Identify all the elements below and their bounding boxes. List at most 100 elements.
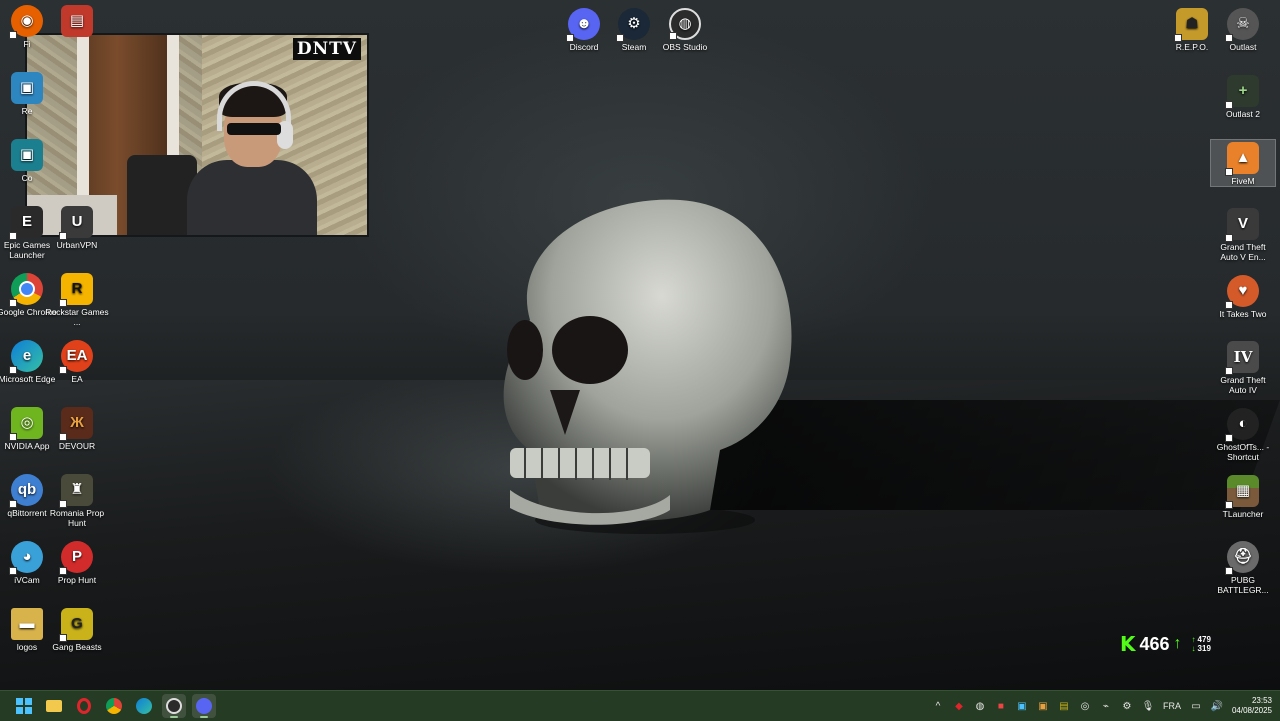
tray-app-icon[interactable]: ▣: [1037, 700, 1049, 712]
viewer-counter: K 466 ↑ ↑ 479 ↓ 319: [1120, 632, 1211, 656]
steam-icon: ⚙: [616, 8, 650, 42]
desktop-icon-gtaiv[interactable]: IV Grand Theft Auto IV: [1211, 341, 1275, 395]
firefox-icon: ◉: [9, 5, 43, 39]
desktop-icon-gtav[interactable]: V Grand Theft Auto V En...: [1211, 208, 1275, 262]
icon-label: Grand Theft Auto V En...: [1220, 242, 1266, 262]
desktop-icon-tlauncher[interactable]: ▦ TLauncher: [1211, 475, 1275, 519]
skull-image: [470, 190, 810, 540]
discord-icon: [196, 698, 212, 714]
desktop-icon-devour[interactable]: Ж DEVOUR: [45, 407, 109, 451]
icon-label: PUBG BATTLEGR...: [1217, 575, 1269, 595]
nvidia-tray-icon[interactable]: ◎: [1079, 700, 1091, 712]
desktop-icon-recycle[interactable]: ▤: [45, 5, 109, 39]
taskbar-file-explorer[interactable]: [42, 694, 66, 718]
taskbar-apps: [12, 694, 216, 718]
desktop-icon-urbanvpn[interactable]: U UrbanVPN: [45, 206, 109, 250]
icon-label: EA: [71, 374, 83, 384]
discord-icon: ☻: [566, 8, 600, 42]
minecraft-icon: ▦: [1225, 475, 1259, 509]
chrome-icon: [106, 698, 122, 714]
desktop-icon-co[interactable]: ▣ Co: [0, 139, 59, 183]
edge-icon: [136, 698, 152, 714]
desktop-icon-outlast[interactable]: ☠ Outlast: [1211, 8, 1275, 52]
desktop-icon-gang-beasts[interactable]: G Gang Beasts: [45, 608, 109, 652]
qbittorrent-icon: qb: [9, 474, 43, 508]
ghost-icon: ◐: [1225, 408, 1259, 442]
repo-icon: ☗: [1174, 8, 1208, 42]
icon-label: Re: [21, 106, 33, 116]
desktop-icon-prop-hunt[interactable]: P Prop Hunt: [45, 541, 109, 585]
tray-app-icon[interactable]: ▣: [1016, 700, 1028, 712]
gta-v-icon: V: [1225, 208, 1259, 242]
ea-icon: EA: [59, 340, 93, 374]
outlast-icon: ☠: [1225, 8, 1259, 42]
fivem-icon: ▲: [1225, 142, 1259, 176]
tray-app-icon[interactable]: ◆: [953, 700, 965, 712]
chevron-up-icon[interactable]: ^: [932, 700, 944, 712]
icon-label: Outlast 2: [1225, 109, 1261, 119]
gang-beasts-icon: G: [59, 608, 93, 642]
edge-icon: e: [9, 340, 43, 374]
prop-hunt-icon: P: [59, 541, 93, 575]
desktop-icon-rockstar[interactable]: R Rockstar Games ...: [45, 273, 109, 327]
vpn-icon: U: [59, 206, 93, 240]
streamer-body: [187, 160, 317, 235]
opera-icon: [77, 698, 91, 714]
icon-label: logos: [16, 642, 38, 652]
obs-icon: [166, 698, 182, 714]
taskbar-obs[interactable]: [162, 694, 186, 718]
microphone-icon[interactable]: 🎙: [1142, 700, 1155, 712]
icon-label: Grand Theft Auto IV: [1220, 375, 1266, 395]
pubg-helmet-icon: ⛑: [1225, 541, 1259, 575]
desktop-icon-ghostofts[interactable]: ◐ GhostOfTs... - Shortcut: [1211, 408, 1275, 462]
desktop-icon-it-takes-two[interactable]: ♥ It Takes Two: [1211, 275, 1275, 319]
icon-label: DEVOUR: [58, 441, 96, 451]
speaker-icon[interactable]: 🔊: [1211, 700, 1223, 712]
counter-breakdown: ↑ 479 ↓ 319: [1192, 635, 1211, 653]
tray-app-icon[interactable]: ▤: [1058, 700, 1070, 712]
icon-label: Prop Hunt: [57, 575, 97, 585]
icon-label: OBS Studio: [662, 42, 708, 52]
app-icon: ▣: [11, 139, 43, 171]
icon-label: Fi: [23, 39, 31, 49]
folder-icon: [46, 700, 62, 712]
windows-icon: [16, 698, 32, 714]
epic-games-icon: E: [9, 206, 43, 240]
steam-tray-icon[interactable]: ⚙: [1121, 700, 1133, 712]
taskbar-chrome[interactable]: [102, 694, 126, 718]
icon-label: qBittorrent: [7, 508, 47, 518]
network-icon[interactable]: ▭: [1190, 700, 1202, 712]
desktop-icon-pubg[interactable]: ⛑ PUBG BATTLEGR...: [1211, 541, 1275, 595]
obs-icon: ◍: [669, 8, 701, 40]
desktop-icon-outlast-2[interactable]: + Outlast 2: [1211, 75, 1275, 119]
app-icon: ▣: [11, 72, 43, 104]
icon-label: Co: [21, 173, 33, 183]
counter-up-value: 479: [1197, 635, 1211, 644]
recording-icon[interactable]: ■: [995, 700, 1007, 712]
desktop-icon-re[interactable]: ▣ Re: [0, 72, 59, 116]
desktop-icon-ea[interactable]: EA EA: [45, 340, 109, 384]
icon-label: UrbanVPN: [56, 240, 98, 250]
taskbar-opera[interactable]: [72, 694, 96, 718]
channel-logo: DNTV: [292, 38, 361, 60]
language-indicator[interactable]: FRA: [1163, 701, 1181, 711]
desktop-icon-obs[interactable]: ◍ OBS Studio: [653, 8, 717, 52]
clock[interactable]: 23:53 04/08/2025: [1232, 696, 1272, 716]
chrome-icon: [9, 273, 43, 307]
system-tray: ^ ◆ ◍ ■ ▣ ▣ ▤ ◎ ⌁ ⚙ 🎙 FRA ▭ 🔊 23:53 04/0…: [932, 691, 1272, 721]
desktop-icon-fivem[interactable]: ▲ FiveM: [1210, 139, 1276, 187]
taskbar: ^ ◆ ◍ ■ ▣ ▣ ▤ ◎ ⌁ ⚙ 🎙 FRA ▭ 🔊 23:53 04/0…: [0, 690, 1280, 721]
obs-tray-icon[interactable]: ◍: [974, 700, 986, 712]
icon-label: NVIDIA App: [4, 441, 50, 451]
folder-icon: ▬: [11, 608, 43, 640]
start-button[interactable]: [12, 694, 36, 718]
icon-label: Epic Games Launcher: [3, 240, 51, 260]
taskbar-edge[interactable]: [132, 694, 156, 718]
usb-icon[interactable]: ⌁: [1100, 700, 1112, 712]
camera-icon: ◕: [9, 541, 43, 575]
arrow-up-icon: ↑: [1191, 635, 1196, 644]
taskbar-discord[interactable]: [192, 694, 216, 718]
gta-iv-icon: IV: [1225, 341, 1259, 375]
devour-icon: Ж: [59, 407, 93, 441]
desktop-icon-romania-prop-hunt[interactable]: ♜ Romania Prop Hunt: [45, 474, 109, 528]
